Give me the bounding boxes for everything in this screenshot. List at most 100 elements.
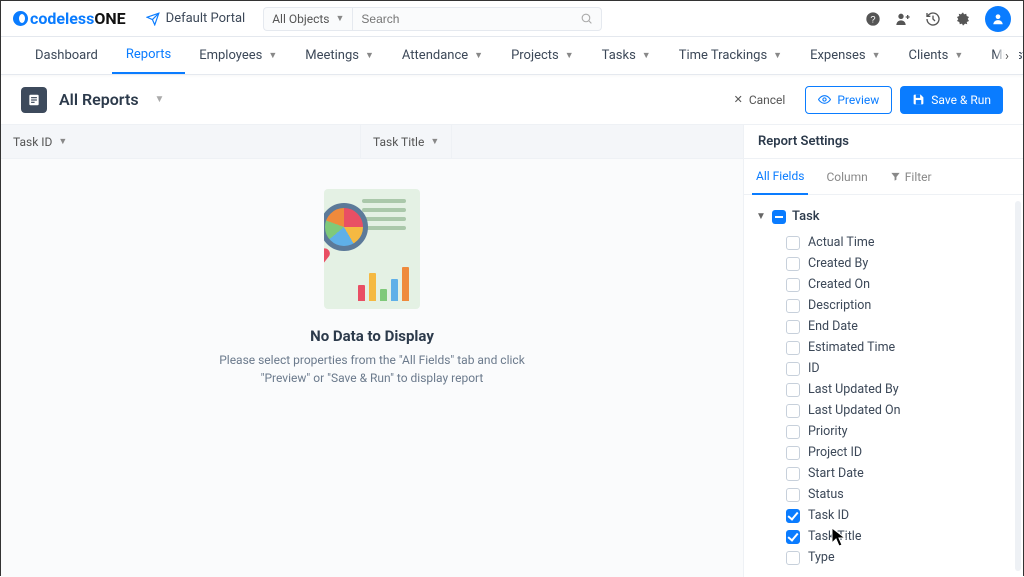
portal-switch[interactable]: Default Portal bbox=[146, 11, 246, 26]
checkbox[interactable] bbox=[786, 551, 800, 565]
field-row[interactable]: Type bbox=[786, 547, 1015, 568]
field-row[interactable]: Project ID bbox=[786, 442, 1015, 463]
checkbox[interactable] bbox=[786, 530, 800, 544]
nav-reports[interactable]: Reports bbox=[112, 37, 185, 75]
nav-time[interactable]: Time Trackings▼ bbox=[665, 37, 796, 75]
gear-icon[interactable] bbox=[955, 11, 971, 27]
field-label: Description bbox=[808, 298, 871, 313]
save-icon bbox=[912, 93, 925, 106]
user-avatar[interactable] bbox=[985, 6, 1011, 32]
tab-column[interactable]: Column bbox=[822, 159, 871, 195]
tab-all-fields[interactable]: All Fields bbox=[752, 159, 808, 195]
save-label: Save & Run bbox=[931, 93, 991, 107]
history-icon[interactable] bbox=[925, 11, 941, 27]
nav-label: Meetings bbox=[305, 48, 359, 63]
checkbox[interactable] bbox=[786, 341, 800, 355]
field-panel: ▼ Task Actual TimeCreated By Created On De… bbox=[744, 195, 1023, 577]
col-label: Task ID bbox=[13, 135, 52, 149]
field-label: Task Title bbox=[808, 529, 861, 544]
search-input[interactable] bbox=[361, 12, 580, 26]
checkbox[interactable] bbox=[786, 362, 800, 376]
empty-title: No Data to Display bbox=[310, 327, 434, 345]
nav-clients[interactable]: Clients▼ bbox=[895, 37, 978, 75]
field-label: Estimated Time bbox=[808, 340, 895, 355]
nav-tasks[interactable]: Tasks▼ bbox=[588, 37, 665, 75]
top-bar: codelessONE Default Portal All Objects ▼… bbox=[1, 1, 1023, 37]
field-row[interactable]: Created On bbox=[786, 274, 1015, 295]
field-row[interactable]: Created By bbox=[786, 253, 1015, 274]
checkbox[interactable] bbox=[786, 467, 800, 481]
caret-down-icon: ▼ bbox=[365, 50, 374, 61]
field-row[interactable]: Priority bbox=[786, 421, 1015, 442]
checkbox[interactable] bbox=[786, 488, 800, 502]
brand-text-2: ONE bbox=[94, 9, 125, 28]
field-label: Task ID bbox=[808, 508, 849, 523]
checkbox[interactable] bbox=[786, 425, 800, 439]
checkbox[interactable] bbox=[786, 383, 800, 397]
caret-down-icon: ▼ bbox=[336, 13, 345, 24]
nav-attendance[interactable]: Attendance▼ bbox=[388, 37, 497, 75]
title-caret-icon[interactable]: ▼ bbox=[155, 94, 165, 105]
eye-icon bbox=[818, 93, 831, 106]
checkbox[interactable] bbox=[786, 320, 800, 334]
nav-label: Reports bbox=[126, 47, 171, 62]
send-icon bbox=[146, 12, 160, 26]
field-row[interactable]: Start Date bbox=[786, 463, 1015, 484]
search-box[interactable] bbox=[352, 7, 602, 31]
object-select-label: All Objects bbox=[272, 12, 329, 26]
checkbox[interactable] bbox=[786, 446, 800, 460]
object-select[interactable]: All Objects ▼ bbox=[263, 7, 352, 31]
checkbox[interactable] bbox=[786, 236, 800, 250]
checkbox[interactable] bbox=[786, 278, 800, 292]
brand-logo[interactable]: codelessONE bbox=[13, 9, 126, 28]
field-row[interactable]: Status bbox=[786, 484, 1015, 505]
nav-expenses[interactable]: Expenses▼ bbox=[796, 37, 894, 75]
add-user-icon[interactable] bbox=[895, 11, 911, 27]
filter-icon bbox=[890, 171, 901, 182]
checkbox[interactable] bbox=[786, 299, 800, 313]
field-row[interactable]: Estimated Time bbox=[786, 337, 1015, 358]
field-row[interactable]: Last Updated On bbox=[786, 400, 1015, 421]
field-row[interactable]: ID bbox=[786, 358, 1015, 379]
tab-filter[interactable]: Filter bbox=[886, 159, 936, 195]
save-run-button[interactable]: Save & Run bbox=[900, 86, 1003, 114]
column-header-task-id[interactable]: Task ID ▼ bbox=[1, 125, 361, 158]
field-label: Priority bbox=[808, 424, 848, 439]
caret-down-icon: ▼ bbox=[430, 136, 439, 147]
field-label: Created On bbox=[808, 277, 870, 292]
field-row[interactable]: Actual Time bbox=[786, 232, 1015, 253]
field-label: Project ID bbox=[808, 445, 862, 460]
nav-employees[interactable]: Employees▼ bbox=[185, 37, 291, 75]
caret-down-icon: ▼ bbox=[565, 50, 574, 61]
help-icon[interactable]: ? bbox=[865, 11, 881, 27]
field-row[interactable]: Description bbox=[786, 295, 1015, 316]
caret-down-icon: ▼ bbox=[773, 50, 782, 61]
report-sidebar: Report Settings All Fields Column Filter… bbox=[743, 125, 1023, 577]
checkbox[interactable] bbox=[786, 257, 800, 271]
field-row[interactable]: Task ID bbox=[786, 505, 1015, 526]
main-nav: Dashboard Reports Employees▼ Meetings ▼ A… bbox=[1, 37, 1023, 75]
caret-down-icon: ▼ bbox=[642, 50, 651, 61]
nav-meetings[interactable]: Meetings ▼ bbox=[291, 37, 388, 75]
person-icon bbox=[991, 12, 1005, 26]
sidebar-tabs: All Fields Column Filter bbox=[744, 159, 1023, 195]
nav-projects[interactable]: Projects▼ bbox=[497, 37, 588, 75]
preview-button[interactable]: Preview bbox=[805, 86, 892, 114]
cancel-button[interactable]: ✕ Cancel bbox=[722, 86, 798, 114]
scrollbar[interactable] bbox=[1015, 201, 1021, 571]
caret-down-icon: ▼ bbox=[474, 50, 483, 61]
collapse-icon: ▼ bbox=[756, 211, 766, 222]
field-row[interactable]: Task Title bbox=[786, 526, 1015, 547]
nav-scroll-right[interactable]: › bbox=[995, 37, 1019, 75]
checkbox[interactable] bbox=[786, 404, 800, 418]
close-icon: ✕ bbox=[734, 93, 743, 106]
tab-label: Filter bbox=[905, 170, 932, 184]
field-group[interactable]: ▼ Task bbox=[752, 205, 1015, 228]
tab-label: All Fields bbox=[756, 169, 804, 183]
checkbox[interactable] bbox=[786, 509, 800, 523]
field-row[interactable]: Last Updated By bbox=[786, 379, 1015, 400]
column-header-task-title[interactable]: Task Title ▼ bbox=[361, 125, 452, 158]
page-titlebar: All Reports ▼ ✕ Cancel Preview Save & Ru… bbox=[1, 75, 1023, 125]
field-row[interactable]: End Date bbox=[786, 316, 1015, 337]
nav-dashboard[interactable]: Dashboard bbox=[21, 37, 112, 75]
